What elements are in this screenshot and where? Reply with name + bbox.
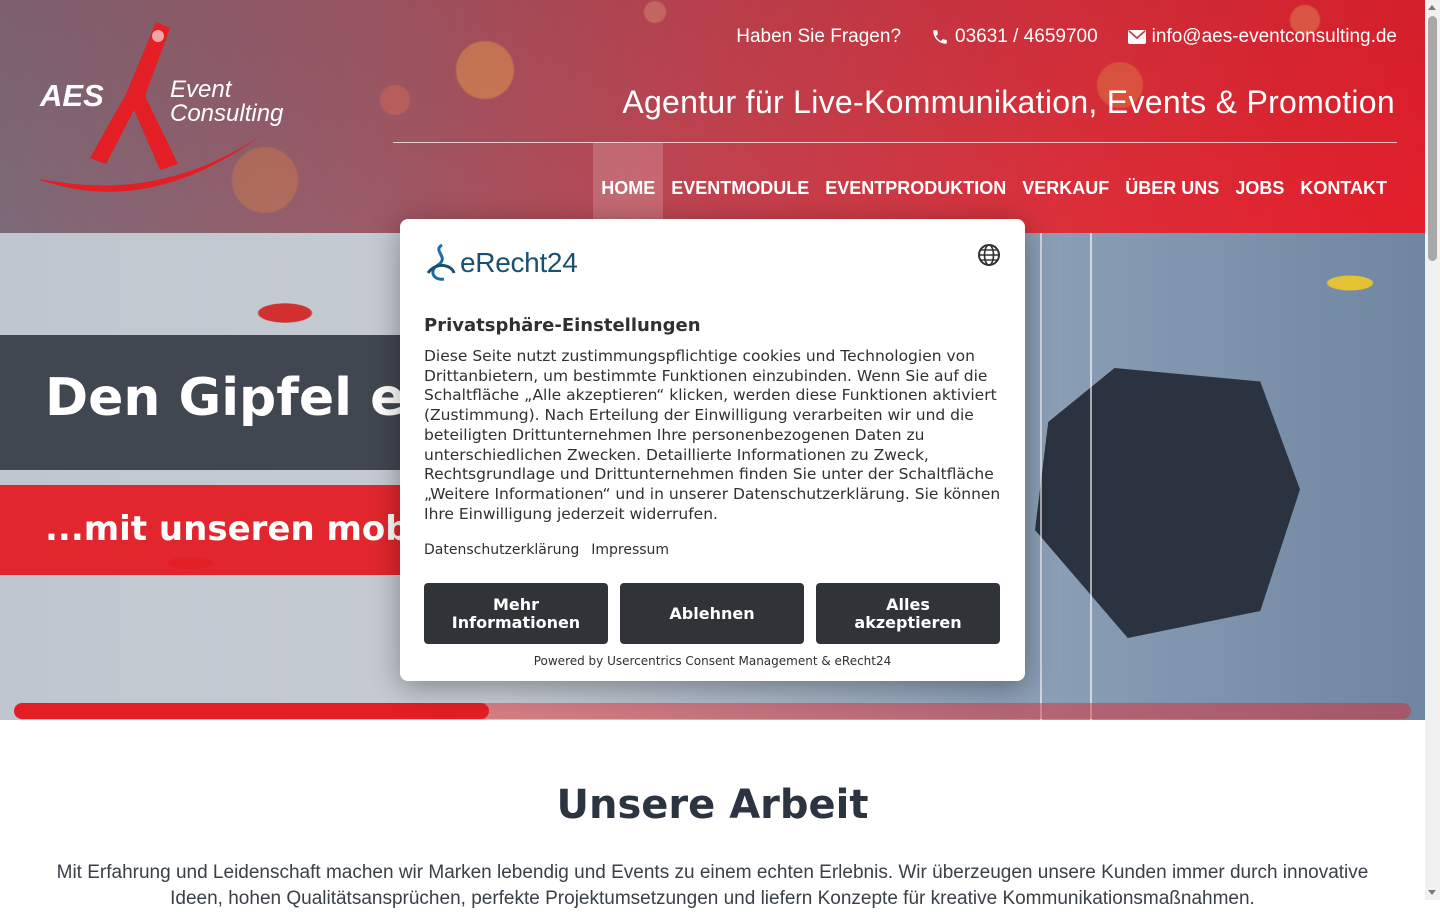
- hero-subtitle: ...mit unseren mobile: [45, 509, 456, 549]
- logo-consulting-text: Consulting: [170, 100, 284, 127]
- consent-powered-by: Powered by Usercentrics Consent Manageme…: [533, 654, 892, 668]
- logo-aes-text: AES: [39, 78, 104, 113]
- logo-event-text: Event: [170, 76, 233, 103]
- scroll-up-icon[interactable]: [1428, 5, 1436, 10]
- slider-progress-fill: [14, 703, 489, 719]
- phone-number: 03631 / 4659700: [955, 26, 1098, 47]
- phone-link[interactable]: 03631 / 4659700: [931, 26, 1098, 48]
- climbing-rope: [1090, 233, 1092, 720]
- scroll-down-icon[interactable]: [1428, 890, 1436, 895]
- slider-progress-track: [14, 703, 1411, 719]
- phone-icon: [933, 30, 947, 44]
- nav-ueber-uns[interactable]: ÜBER UNS: [1117, 143, 1227, 233]
- climbing-volume-shape: [1035, 368, 1300, 638]
- more-info-button[interactable]: Mehr Informationen: [424, 583, 608, 644]
- email-address: info@aes-eventconsulting.de: [1151, 26, 1397, 47]
- consent-buttons: Mehr Informationen Ablehnen Alles akzept…: [424, 583, 1000, 644]
- accept-all-button[interactable]: Alles akzeptieren: [816, 583, 1000, 644]
- consent-heading: Privatsphäre-Einstellungen: [424, 315, 701, 336]
- climbing-rope: [1040, 233, 1042, 720]
- site-header: AES Event Consulting Haben Sie Fragen? 0…: [0, 0, 1425, 233]
- email-link[interactable]: info@aes-eventconsulting.de: [1127, 26, 1397, 48]
- section-text: Mit Erfahrung und Leidenschaft machen wi…: [56, 862, 1369, 909]
- privacy-policy-link[interactable]: Datenschutzerklärung: [424, 542, 579, 558]
- consent-links: Datenschutzerklärung Impressum: [424, 542, 669, 558]
- hero-title: Den Gipfel err: [45, 368, 457, 428]
- scroll-thumb[interactable]: [1428, 16, 1437, 261]
- decline-button[interactable]: Ablehnen: [620, 583, 804, 644]
- nav-kontakt[interactable]: KONTAKT: [1292, 143, 1395, 233]
- envelope-icon: [1127, 30, 1146, 44]
- tagline: Agentur für Live-Kommunikation, Events &…: [622, 84, 1395, 120]
- consent-body-text: Diese Seite nutzt zustimmungspflichtige …: [424, 347, 1001, 523]
- globe-icon[interactable]: [977, 243, 1001, 267]
- erecht24-logo: eRecht24: [424, 243, 578, 283]
- erecht24-mark-icon: [426, 243, 456, 281]
- contact-question: Haben Sie Fragen?: [736, 26, 902, 47]
- erecht24-logo-text: eRecht24: [460, 247, 578, 278]
- consent-dialog: eRecht24 Privatsphäre-Einstellungen Dies…: [400, 219, 1025, 681]
- imprint-link[interactable]: Impressum: [591, 542, 669, 558]
- section-title: Unsere Arbeit: [556, 782, 869, 828]
- nav-jobs[interactable]: JOBS: [1227, 143, 1292, 233]
- aes-logo[interactable]: AES Event Consulting: [28, 14, 298, 204]
- page-scrollbar[interactable]: [1425, 0, 1440, 900]
- nav-verkauf[interactable]: VERKAUF: [1014, 143, 1117, 233]
- contact-bar: Haben Sie Fragen? 03631 / 4659700 info@a…: [736, 26, 1397, 48]
